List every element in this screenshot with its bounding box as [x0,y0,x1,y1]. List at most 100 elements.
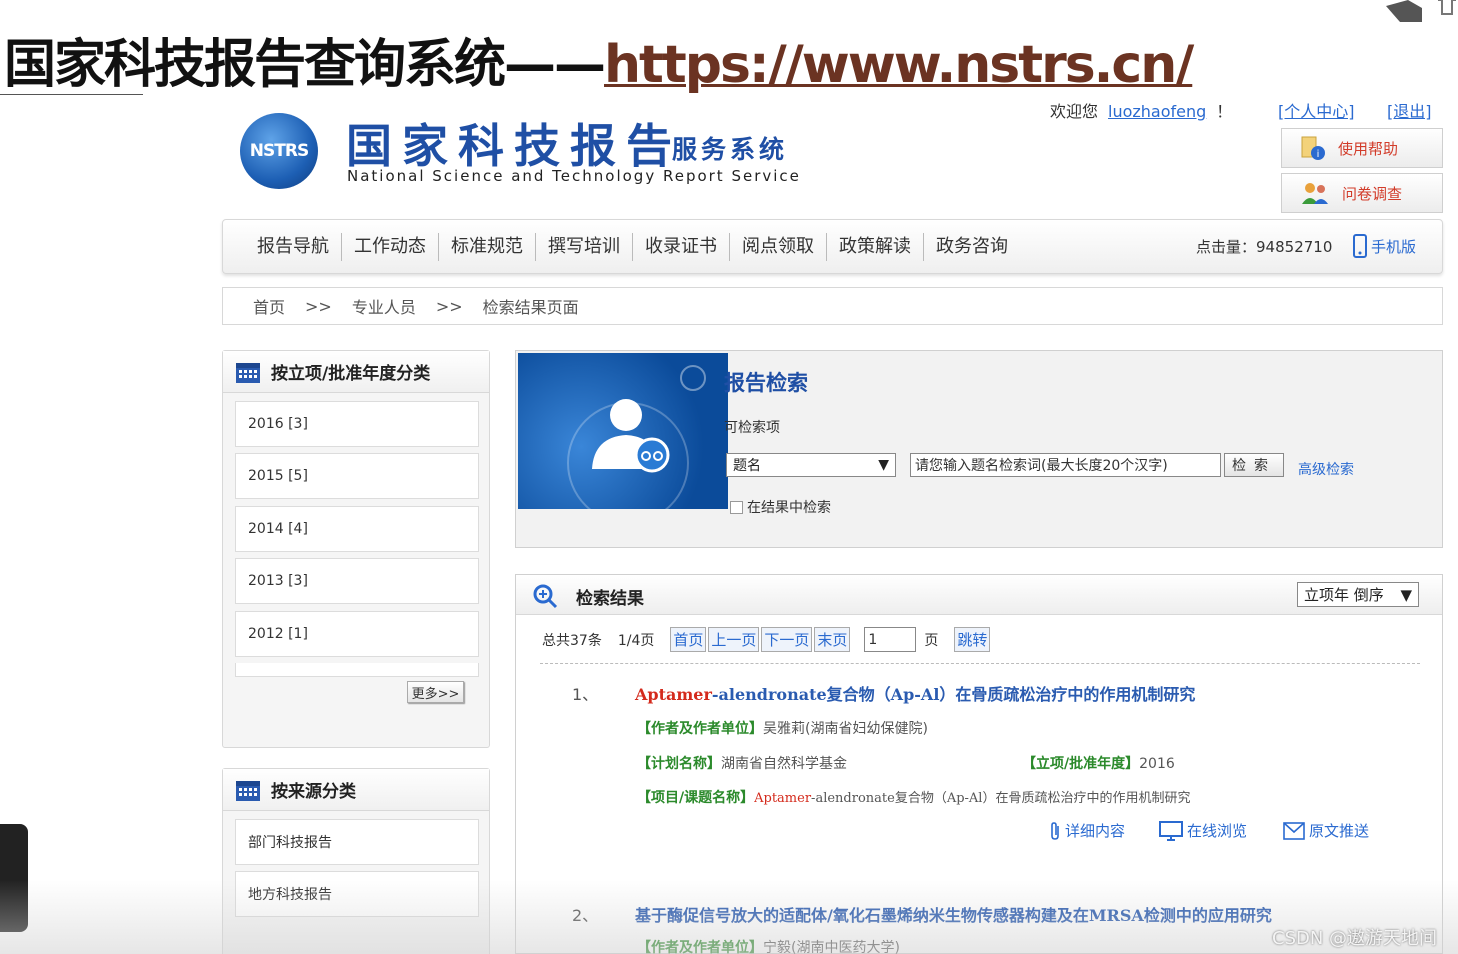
svg-text:i: i [1317,149,1320,160]
paperclip-icon [1051,821,1059,840]
result-number: 2、 [572,906,599,925]
nav-item-training[interactable]: 撰写培训 [536,232,633,261]
plan-value: 湖南省自然科学基金 [721,756,847,772]
search-button[interactable]: 检索 [1224,453,1284,477]
author-value: 吴雅莉(湖南省妇幼保健院) [763,721,928,737]
calendar-icon [236,780,260,801]
push-original-link[interactable]: 原文推送 [1283,820,1369,841]
source-category-panel: 按来源分类 部门科技报告 地方科技报告 [222,768,490,954]
site-logo[interactable]: NSTRS [240,113,318,189]
detail-link[interactable]: 详细内容 [1049,820,1125,841]
last-page-button[interactable]: 末页 [814,627,851,652]
search-in-results[interactable]: 在结果中检索 [730,497,831,517]
nav-item-standards[interactable]: 标准规范 [439,232,536,261]
more-years-button[interactable]: 更多>> [407,681,464,703]
result-project: 【项目/课题名称】Aptamer-alendronate复合物（Ap-Al）在骨… [637,787,1190,807]
source-item-local[interactable]: 地方科技报告 [235,871,479,917]
search-in-results-label: 在结果中检索 [747,500,831,516]
search-field-label: 可检索项 [724,420,780,436]
year-item-2014[interactable]: 2014 [4] [235,506,479,552]
dropdown-arrow-icon: ▼ [1400,585,1412,604]
result-title-highlight: Aptamer [635,685,712,704]
pagination: 总共37条 1/4页 首页 上一页 下一页 末页 1 页 跳转 [542,627,992,652]
welcome-exclaim: ！ [1216,102,1233,121]
source-panel-header: 按来源分类 [223,769,489,811]
results-panel: 检索结果 立项年 倒序 ▼ 总共37条 1/4页 首页 上一页 下一页 末页 1 … [515,574,1443,954]
slide-divider [0,94,143,95]
year-item-2015[interactable]: 2015 [5] [235,453,479,499]
welcome-bar: 欢迎您 luozhaofeng ！ [1050,98,1232,122]
slide-title-url[interactable]: https://www.nstrs.cn/ [604,35,1194,95]
year-item-2013[interactable]: 2013 [3] [235,558,479,604]
personal-center-link[interactable]: [个人中心] [1278,98,1355,122]
prev-page-button[interactable]: 上一页 [708,627,760,652]
result-number: 1、 [572,685,599,704]
result-title-link[interactable]: 基于酶促信号放大的适配体/氧化石墨烯纳米生物传感器构建及在MRSA检测中的应用研… [635,902,1272,926]
search-in-results-checkbox[interactable] [730,500,743,514]
project-label: 【项目/课题名称】 [637,790,755,806]
source-item-department[interactable]: 部门科技报告 [235,819,479,865]
breadcrumb: 首页 >> 专业人员 >> 检索结果页面 [222,287,1443,325]
watermark: CSDN @遨游天地间 [1272,928,1438,949]
nav-item-policy[interactable]: 政策解读 [827,232,924,261]
help-button-label: 使用帮助 [1338,139,1399,158]
search-input[interactable]: 请您输入题名检索词(最大长度20个汉字) [910,453,1221,477]
result-year: 【立项/批准年度】2016 [1022,753,1175,773]
total-count: 总共37条 [542,632,602,649]
site-name-en: National Science and Technology Report S… [347,167,801,185]
hit-counter-label: 点击量： [1196,238,1257,256]
users-icon [1302,183,1328,204]
dropdown-arrow-icon: ▼ [878,457,889,473]
presentation-side-tab[interactable] [0,824,28,932]
sort-select[interactable]: 立项年 倒序 ▼ [1297,582,1419,607]
search-title: 报告检索 [724,371,808,395]
project-highlight: Aptamer [754,791,812,806]
slide-title: 国家科技报告查询系统——https://www.nstrs.cn/ [4,22,1194,97]
username-link[interactable]: luozhaofeng [1108,102,1206,121]
survey-button[interactable]: 问卷调查 [1281,173,1443,213]
help-icon: i [1301,136,1325,160]
mobile-phone-icon [1353,234,1367,258]
results-title: 检索结果 [576,589,644,609]
year-item-2016[interactable]: 2016 [3] [235,401,479,447]
result-author: 【作者及作者单位】吴雅莉(湖南省妇幼保健院) [637,718,928,738]
monitor-icon [1159,820,1183,841]
magnifier-icon [533,584,558,609]
search-field-value: 题名 [733,458,761,474]
advanced-search-link[interactable]: 高级检索 [1298,459,1354,479]
page-number-input[interactable]: 1 [864,627,917,652]
detail-link-label: 详细内容 [1065,822,1126,840]
nav-item-report-nav[interactable]: 报告导航 [245,232,342,261]
nav-item-consulting[interactable]: 政务咨询 [924,233,1020,261]
online-view-link[interactable]: 在线浏览 [1159,820,1247,841]
calendar-icon [236,362,260,383]
slide-corner-decoration [1386,0,1456,22]
next-page-button[interactable]: 下一页 [761,627,813,652]
year-panel-header: 按立项/批准年度分类 [223,351,489,393]
search-panel: 报告检索 可检索项 题名 ▼ 请您输入题名检索词(最大长度20个汉字) 检索 高级… [515,350,1443,548]
results-header: 检索结果 立项年 倒序 ▼ [516,575,1442,615]
search-field-select[interactable]: 题名 ▼ [726,453,896,477]
nav-item-certificates[interactable]: 收录证书 [633,232,730,261]
result-title-text: -alendronate复合物（Ap-Al）在骨质疏松治疗中的作用机制研究 [711,685,1196,704]
project-value: -alendronate复合物（Ap-Al）在骨质疏松治疗中的作用机制研究 [811,791,1191,806]
site-name-sub: 服务系统 [672,135,789,164]
year-item-2012[interactable]: 2012 [1] [235,611,479,657]
year-item-partial [235,663,479,677]
plan-label: 【计划名称】 [637,756,721,772]
result-title-link[interactable]: Aptamer-alendronate复合物（Ap-Al）在骨质疏松治疗中的作用… [635,681,1195,705]
welcome-label: 欢迎您 [1050,102,1099,121]
breadcrumb-separator: >> [305,296,332,316]
results-divider [540,663,1420,664]
nav-item-work-news[interactable]: 工作动态 [342,232,439,261]
help-button[interactable]: i 使用帮助 [1281,128,1443,168]
first-page-button[interactable]: 首页 [670,627,707,652]
source-panel-title: 按来源分类 [271,782,356,802]
mobile-version-link[interactable]: 手机版 [1353,234,1416,258]
breadcrumb-professional[interactable]: 专业人员 [352,294,416,318]
author-label: 【作者及作者单位】 [637,721,763,737]
logout-link[interactable]: [退出] [1387,98,1432,122]
jump-button[interactable]: 跳转 [954,627,991,652]
nav-item-reading-points[interactable]: 阅点领取 [730,232,827,261]
breadcrumb-home[interactable]: 首页 [253,294,285,318]
